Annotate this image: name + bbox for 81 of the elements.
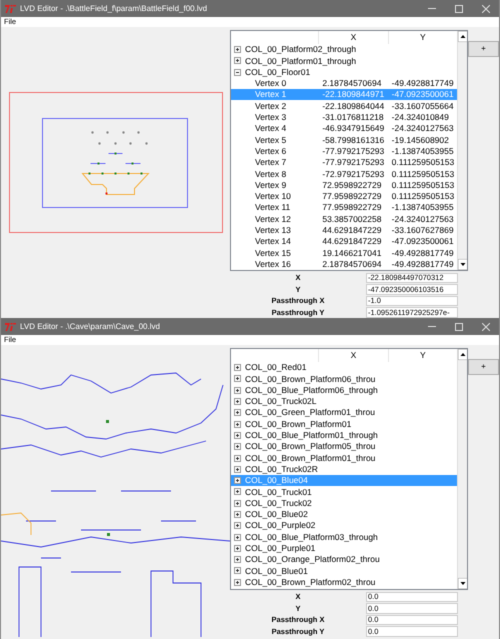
tree-item[interactable]: COL_00_Platform01_through	[231, 55, 457, 67]
vertex-row[interactable]: Vertex 7 -77.9792175293 0.111259505153	[231, 156, 457, 168]
expand-icon[interactable]	[234, 466, 241, 473]
minimize-icon	[428, 326, 436, 327]
expand-icon[interactable]	[234, 46, 241, 54]
column-header[interactable]: X	[318, 349, 388, 362]
expand-icon[interactable]	[234, 454, 241, 462]
vertex-row[interactable]: Vertex 4 -46.9347915649 -24.3240127563	[231, 123, 457, 134]
scroll-up-icon[interactable]	[458, 349, 467, 360]
vertex-row[interactable]: Vertex 12 53.3857002258 -24.3240127563	[231, 213, 457, 225]
expand-icon[interactable]	[234, 578, 241, 586]
expand-icon[interactable]	[234, 511, 241, 518]
collapse-icon[interactable]	[234, 68, 241, 76]
close-icon	[482, 4, 490, 12]
vertex-row[interactable]: Vertex 0 2.18784570694 -49.4928817749	[231, 78, 457, 90]
expand-icon[interactable]	[234, 409, 241, 416]
vertex-row[interactable]: Vertex 15 19.1466217041 -49.4928817749	[231, 247, 457, 259]
tree-item[interactable]: COL_00_Purple02	[231, 520, 457, 532]
tree-item[interactable]: COL_00_Truck02L	[231, 396, 457, 408]
tree-item[interactable]: COL_00_Blue_Platform01_through	[231, 430, 457, 442]
scroll-down-icon[interactable]	[458, 578, 467, 589]
expand-icon[interactable]	[234, 522, 241, 530]
vertex-row[interactable]: Vertex 6 -77.9792175293 -1.13874053955	[231, 146, 457, 157]
expand-icon[interactable]	[234, 544, 241, 552]
expand-icon[interactable]	[234, 488, 241, 496]
scroll-down-icon[interactable]	[458, 259, 467, 270]
tree-item[interactable]: COL_00_Blue02	[231, 508, 457, 520]
tree-item[interactable]: COL_00_Blue01	[231, 565, 457, 577]
expand-icon[interactable]	[234, 420, 241, 428]
scroll-up-icon[interactable]	[458, 31, 467, 42]
column-header[interactable]: X	[318, 31, 388, 44]
maximize-icon	[454, 4, 462, 12]
tree-item[interactable]: COL_00_Purple01	[231, 542, 457, 554]
window-title: LVD Editor - .\BattleField_f\param\BattleField_f00.lvd	[20, 2, 208, 14]
expand-icon[interactable]	[234, 432, 241, 439]
tree-item[interactable]: COL_00_Green_Platform01_throu	[231, 407, 457, 418]
expand-icon[interactable]	[234, 57, 241, 64]
tree-item[interactable]: COL_00_Truck01	[231, 486, 457, 498]
tree-item[interactable]: COL_00_Blue_Platform06_through	[231, 384, 457, 396]
expand-icon[interactable]	[234, 443, 241, 450]
tree-item[interactable]: COL_00_Brown_Platform01_throu	[231, 452, 457, 464]
add-button[interactable]: +	[468, 41, 499, 57]
vertex-row[interactable]: Vertex 14 44.6291847229 -47.0923500061	[231, 236, 457, 248]
tree-item[interactable]: COL_00_Truck02	[231, 498, 457, 509]
tree-item[interactable]: COL_00_Blue_Platform03_through	[231, 531, 457, 543]
vertex-row[interactable]: Vertex 3 -31.0176811218 -24.324010849	[231, 112, 457, 124]
logo-icon	[5, 4, 16, 12]
tree-item[interactable]: COL_00_Brown_Platform01	[231, 418, 457, 430]
tree-item[interactable]: COL_00_Brown_Platform05_throu	[231, 441, 457, 452]
tree-item[interactable]: COL_00_Platform02_through	[231, 44, 457, 56]
vertex-row[interactable]: Vertex 5 -58.7998161316 -19.145608902	[231, 134, 457, 146]
vertex-row[interactable]: Vertex 8 -72.9792175293 0.111259505153	[231, 168, 457, 180]
expand-icon[interactable]	[234, 386, 241, 394]
vertex-row[interactable]: Vertex 11 77.9598922729 -1.13874053955	[231, 202, 457, 214]
tree-item[interactable]: COL_00_Orange_Platform02_throu	[231, 554, 457, 566]
vertex-row[interactable]: Vertex 16 2.18784570694 -49.4928817749	[231, 258, 457, 270]
expand-icon[interactable]	[234, 567, 241, 574]
expand-icon[interactable]	[234, 364, 241, 372]
vertex-row[interactable]: Vertex 13 44.6291847229 -33.1607627869	[231, 224, 457, 236]
tree-item[interactable]: COL_00_Red01	[231, 362, 457, 374]
scrollbar[interactable]	[457, 31, 467, 270]
tree-item[interactable]: COL_00_Brown_Platform06_throu	[231, 373, 457, 385]
expand-icon[interactable]	[234, 477, 241, 484]
tree-item[interactable]: COL_00_Truck02R	[231, 464, 457, 475]
maximize-icon	[454, 322, 462, 330]
vertex-row[interactable]: Vertex 9 72.9598922729 0.111259505153	[231, 180, 457, 191]
close-icon	[482, 322, 490, 330]
tree-item[interactable]: COL_00_Floor01	[231, 66, 457, 78]
expand-icon[interactable]	[234, 375, 241, 382]
window-title: LVD Editor - .\Cave\param\Cave_00.lvd	[20, 320, 160, 332]
expand-icon[interactable]	[234, 500, 241, 507]
vertex-row[interactable]: Vertex 10 77.9598922729 0.111259505153	[231, 190, 457, 202]
expand-icon[interactable]	[234, 534, 241, 541]
scrollbar[interactable]	[457, 349, 467, 589]
minimize-icon	[428, 8, 436, 9]
tree-item[interactable]: COL_00_Brown_Platform02_throu	[231, 576, 457, 588]
add-button[interactable]: +	[468, 359, 499, 375]
vertex-row[interactable]: Vertex 2 -22.1809864044 -33.1607055664	[231, 100, 457, 112]
expand-icon[interactable]	[234, 398, 241, 406]
expand-icon[interactable]	[234, 556, 241, 564]
logo-icon	[5, 322, 16, 330]
